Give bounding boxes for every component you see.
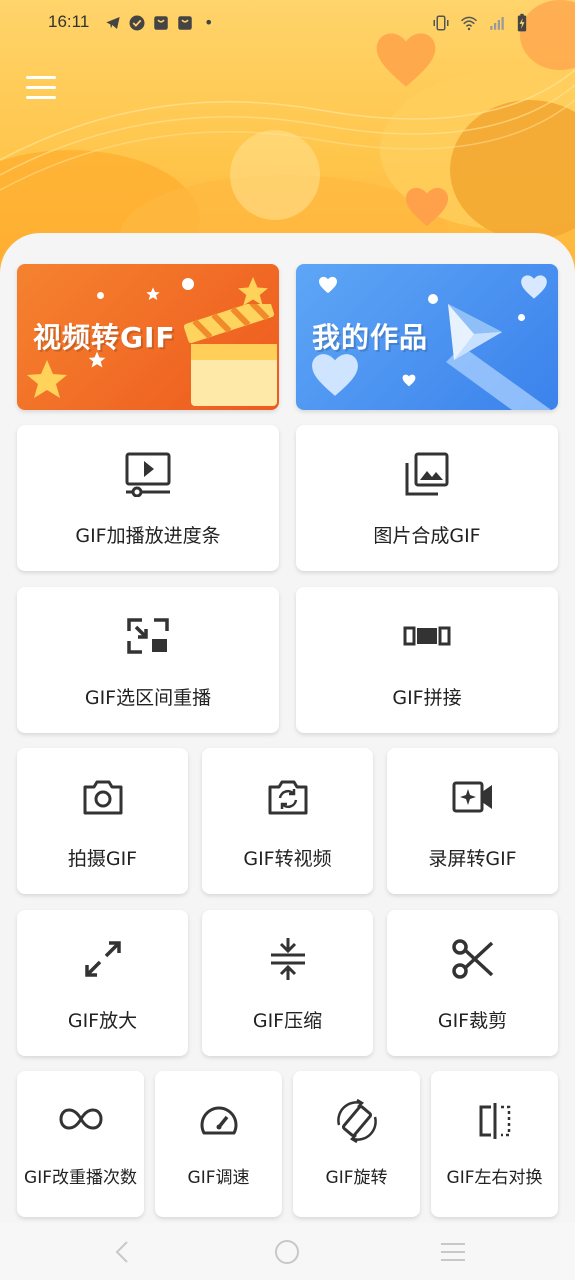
tool-card-rotate[interactable]: GIF旋转: [293, 1071, 420, 1217]
video-to-gif-banner[interactable]: 视频转GIF: [17, 264, 279, 410]
splice-icon: [403, 626, 451, 646]
tool-card-speed[interactable]: GIF调速: [155, 1071, 282, 1217]
video-progress-icon: [125, 452, 171, 497]
tool-label: GIF旋转: [325, 1168, 388, 1188]
tool-card-screen-record[interactable]: 录屏转GIF: [387, 748, 558, 894]
star-icon: [27, 360, 67, 398]
select-range-icon: [127, 618, 169, 654]
speedometer-icon: [200, 1106, 237, 1135]
heart-icon: [319, 276, 337, 294]
tool-label: 拍摄GIF: [67, 848, 138, 870]
camera-icon: [83, 780, 122, 815]
status-bar: 16:11 •: [0, 0, 575, 46]
flip-horizontal-icon: [479, 1103, 510, 1139]
tool-card-enlarge[interactable]: GIF放大: [17, 910, 188, 1056]
wifi-icon: [460, 16, 478, 31]
tool-label: GIF拼接: [392, 687, 462, 709]
shopping-bag-icon: [178, 15, 192, 30]
tool-label: GIF改重播次数: [24, 1168, 137, 1188]
telegram-icon: [106, 16, 120, 29]
infinity-icon: [58, 1108, 103, 1130]
compress-icon: [270, 938, 305, 980]
tool-label: GIF转视频: [243, 848, 332, 870]
camera-switch-icon: [268, 780, 307, 815]
heart-icon: [521, 275, 547, 299]
tool-label: 图片合成GIF: [373, 525, 481, 547]
tool-card-replay-count[interactable]: GIF改重播次数: [17, 1071, 144, 1217]
notification-dot: •: [204, 13, 214, 32]
tool-label: GIF裁剪: [437, 1010, 508, 1032]
scissors-icon: [451, 939, 493, 979]
tool-label: GIF调速: [187, 1168, 250, 1188]
tool-card-progress-bar[interactable]: GIF加播放进度条: [17, 425, 279, 571]
screen-record-icon: [452, 781, 492, 813]
shopping-bag-icon: [154, 15, 168, 30]
vibrate-icon: [433, 15, 449, 31]
system-nav-bar: [0, 1223, 575, 1280]
battery-charging-icon: [517, 13, 527, 32]
tool-card-shoot-gif[interactable]: 拍摄GIF: [17, 748, 188, 894]
signal-icon: [490, 17, 504, 30]
tool-label: GIF压缩: [252, 1010, 323, 1032]
status-time: 16:11: [48, 12, 90, 31]
tool-card-crop[interactable]: GIF裁剪: [387, 910, 558, 1056]
heart-icon: [402, 374, 416, 387]
tool-label: GIF左右对换: [446, 1168, 543, 1188]
tool-label: GIF加播放进度条: [75, 525, 221, 547]
tool-label: GIF放大: [67, 1010, 138, 1032]
hamburger-menu-icon: [26, 76, 56, 79]
home-icon[interactable]: [274, 1239, 300, 1265]
tool-card-compress[interactable]: GIF压缩: [202, 910, 373, 1056]
tool-label: GIF选区间重播: [84, 687, 212, 709]
wave-lines: [0, 69, 575, 191]
tool-label: 录屏转GIF: [428, 848, 517, 870]
play-prism-icon: [446, 304, 552, 410]
star-icon: [146, 287, 160, 300]
tool-card-splice[interactable]: GIF拼接: [296, 587, 558, 733]
recents-icon[interactable]: [440, 1242, 466, 1262]
back-icon[interactable]: [112, 1240, 132, 1264]
tool-card-range-replay[interactable]: GIF选区间重播: [17, 587, 279, 733]
menu-button[interactable]: [26, 76, 58, 104]
check-circle-icon: [129, 15, 145, 30]
heart-icon: [312, 354, 358, 396]
tool-card-gif-to-video[interactable]: GIF转视频: [202, 748, 373, 894]
clapperboard-icon: [183, 304, 277, 406]
image-stack-icon: [405, 452, 449, 496]
banner-label: 我的作品: [312, 321, 429, 354]
my-works-banner[interactable]: 我的作品: [296, 264, 558, 410]
tool-card-flip[interactable]: GIF左右对换: [431, 1071, 558, 1217]
banner-label: 视频转GIF: [33, 321, 176, 354]
rotate-icon: [336, 1098, 377, 1144]
tool-card-images-to-gif[interactable]: 图片合成GIF: [296, 425, 558, 571]
expand-icon: [84, 941, 121, 977]
